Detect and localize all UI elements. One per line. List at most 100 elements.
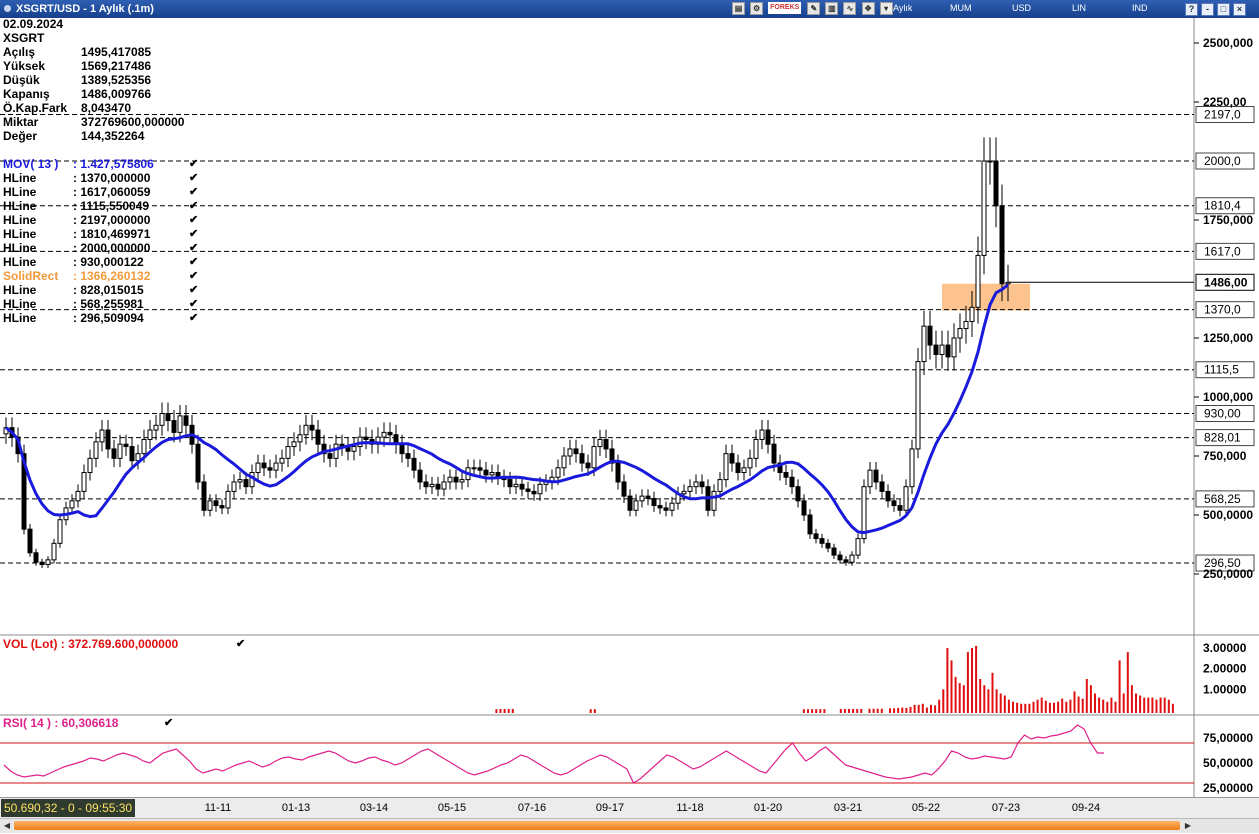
index-selector[interactable]: IND bbox=[1132, 3, 1148, 13]
scroll-right-icon[interactable]: ▶ bbox=[1183, 821, 1193, 831]
volume-bar bbox=[880, 708, 883, 713]
visible-check-icon[interactable]: ✔ bbox=[189, 269, 198, 283]
candle-body bbox=[363, 436, 369, 440]
visible-check-icon[interactable]: ✔ bbox=[189, 255, 198, 269]
visible-check-icon[interactable]: ✔ bbox=[189, 185, 198, 199]
indicator-name: HLine bbox=[3, 311, 37, 325]
visible-check-icon[interactable]: ✔ bbox=[189, 297, 198, 311]
volume-bar bbox=[921, 703, 924, 713]
indicator-row[interactable]: HLine: 296,509094 ✔ bbox=[3, 311, 203, 325]
volume-bar bbox=[1171, 703, 1174, 713]
visible-check-icon[interactable]: ✔ bbox=[189, 171, 198, 185]
indicator-row[interactable]: HLine: 1810,469971 ✔ bbox=[3, 227, 203, 241]
indicator-row[interactable]: HLine: 828,015015 ✔ bbox=[3, 283, 203, 297]
window-menu-icon[interactable] bbox=[4, 5, 11, 12]
candle-body bbox=[177, 415, 183, 433]
rsi-visible-check-icon[interactable]: ✔ bbox=[164, 716, 173, 729]
volume-tick-label: 1.00000 bbox=[1203, 682, 1247, 696]
close-button[interactable]: × bbox=[1233, 3, 1246, 16]
indicator-row[interactable]: HLine: 2000,000000 ✔ bbox=[3, 241, 203, 255]
navigate-icon[interactable]: ✥ bbox=[861, 2, 875, 15]
candle-body bbox=[213, 500, 219, 507]
hline-label: 930,00 bbox=[1204, 407, 1241, 421]
visible-check-icon[interactable]: ✔ bbox=[189, 227, 198, 241]
currency-selector[interactable]: USD bbox=[1012, 3, 1031, 13]
draw-icon[interactable]: ✎ bbox=[807, 2, 821, 15]
indicator-value: : 828,015015 bbox=[73, 283, 144, 297]
visible-check-icon[interactable]: ✔ bbox=[189, 157, 198, 171]
candle-body bbox=[291, 441, 297, 448]
candle-body bbox=[735, 462, 741, 474]
chart-style-selector[interactable]: MUM bbox=[950, 3, 972, 13]
indicator-value: : 1370,000000 bbox=[73, 171, 151, 185]
hline-label: 1370,0 bbox=[1204, 303, 1241, 317]
volume-bar bbox=[1126, 652, 1129, 713]
info-label: Yüksek bbox=[3, 59, 46, 73]
x-tick-label: 05-22 bbox=[911, 802, 941, 814]
horizontal-scrollbar[interactable]: ◀ ▶ bbox=[0, 818, 1259, 833]
window-titlebar[interactable]: XSGRT/USD - 1 Aylık (.1m) ▤ ⚙ FOREKS ✎ ▥… bbox=[0, 0, 1259, 18]
indicator-icon[interactable]: ∿ bbox=[843, 2, 857, 15]
candle-body bbox=[267, 467, 273, 471]
candle-body bbox=[699, 481, 705, 488]
volume-bar bbox=[1106, 701, 1109, 713]
indicator-row[interactable]: HLine: 568,255981 ✔ bbox=[3, 297, 203, 311]
visible-check-icon[interactable]: ✔ bbox=[189, 213, 198, 227]
volume-bar bbox=[1098, 697, 1101, 713]
chart-type-icon[interactable]: ▥ bbox=[825, 2, 839, 15]
volume-visible-check-icon[interactable]: ✔ bbox=[236, 637, 245, 650]
scroll-left-icon[interactable]: ◀ bbox=[2, 821, 12, 831]
help-icon[interactable]: ? bbox=[1185, 3, 1198, 16]
settings-icon[interactable]: ⚙ bbox=[750, 2, 764, 15]
maximize-button[interactable]: □ bbox=[1217, 3, 1230, 16]
x-tick-label: 11-11 bbox=[204, 802, 232, 814]
candle-body bbox=[927, 325, 933, 346]
volume-bar bbox=[1077, 696, 1080, 713]
scroll-thumb[interactable] bbox=[14, 821, 1180, 830]
candle-body bbox=[333, 443, 339, 459]
indicator-row[interactable]: MOV( 13 ): 1.427,575806 ✔ bbox=[3, 157, 203, 171]
volume-bar bbox=[1081, 698, 1084, 713]
indicator-name: HLine bbox=[3, 171, 37, 185]
candle-body bbox=[153, 424, 159, 431]
volume-bar bbox=[1007, 699, 1010, 713]
candle-body bbox=[597, 438, 603, 448]
volume-bar bbox=[925, 707, 928, 713]
y-tick-label: 250,0000 bbox=[1203, 567, 1253, 581]
candle-body bbox=[279, 457, 285, 464]
volume-bar bbox=[511, 708, 514, 713]
candle-body bbox=[837, 554, 843, 561]
candle-body bbox=[765, 429, 771, 445]
volume-bar bbox=[1073, 691, 1076, 713]
template-icon[interactable]: ▤ bbox=[732, 2, 745, 15]
candle-body bbox=[99, 429, 105, 443]
indicator-row[interactable]: SolidRect: 1366,260132 ✔ bbox=[3, 269, 203, 283]
visible-check-icon[interactable]: ✔ bbox=[189, 283, 198, 297]
indicator-value: : 1617,060059 bbox=[73, 185, 151, 199]
indicator-row[interactable]: HLine: 1617,060059 ✔ bbox=[3, 185, 203, 199]
volume-bar bbox=[938, 699, 941, 713]
candle-body bbox=[933, 344, 939, 356]
visible-check-icon[interactable]: ✔ bbox=[189, 241, 198, 255]
candle-body bbox=[603, 438, 609, 450]
indicator-row[interactable]: HLine : 1370,000000 ✔ bbox=[3, 171, 203, 185]
volume-bar bbox=[815, 709, 818, 713]
visible-check-icon[interactable]: ✔ bbox=[189, 311, 198, 325]
minimize-button[interactable]: - bbox=[1201, 3, 1214, 16]
candle-body bbox=[855, 538, 861, 556]
candle-body bbox=[795, 486, 801, 502]
hline-label: 1617,0 bbox=[1204, 244, 1241, 258]
indicator-row[interactable]: HLine: 1115,550049 ✔ bbox=[3, 199, 203, 213]
indicator-row[interactable]: HLine: 930,000122 ✔ bbox=[3, 255, 203, 269]
candle-body bbox=[45, 559, 51, 566]
indicator-row[interactable]: HLine: 2197,000000 ✔ bbox=[3, 213, 203, 227]
scale-selector[interactable]: LIN bbox=[1072, 3, 1086, 13]
visible-check-icon[interactable]: ✔ bbox=[189, 199, 198, 213]
volume-bar bbox=[507, 708, 510, 713]
rsi-label: RSI( 14 ) : 60,306618 bbox=[3, 716, 119, 730]
volume-bar bbox=[950, 660, 953, 713]
info-symbol: XSGRT bbox=[3, 31, 45, 45]
volume-bar bbox=[987, 689, 990, 713]
volume-bar bbox=[999, 693, 1002, 713]
period-selector[interactable]: 1 Aylık bbox=[886, 3, 912, 13]
